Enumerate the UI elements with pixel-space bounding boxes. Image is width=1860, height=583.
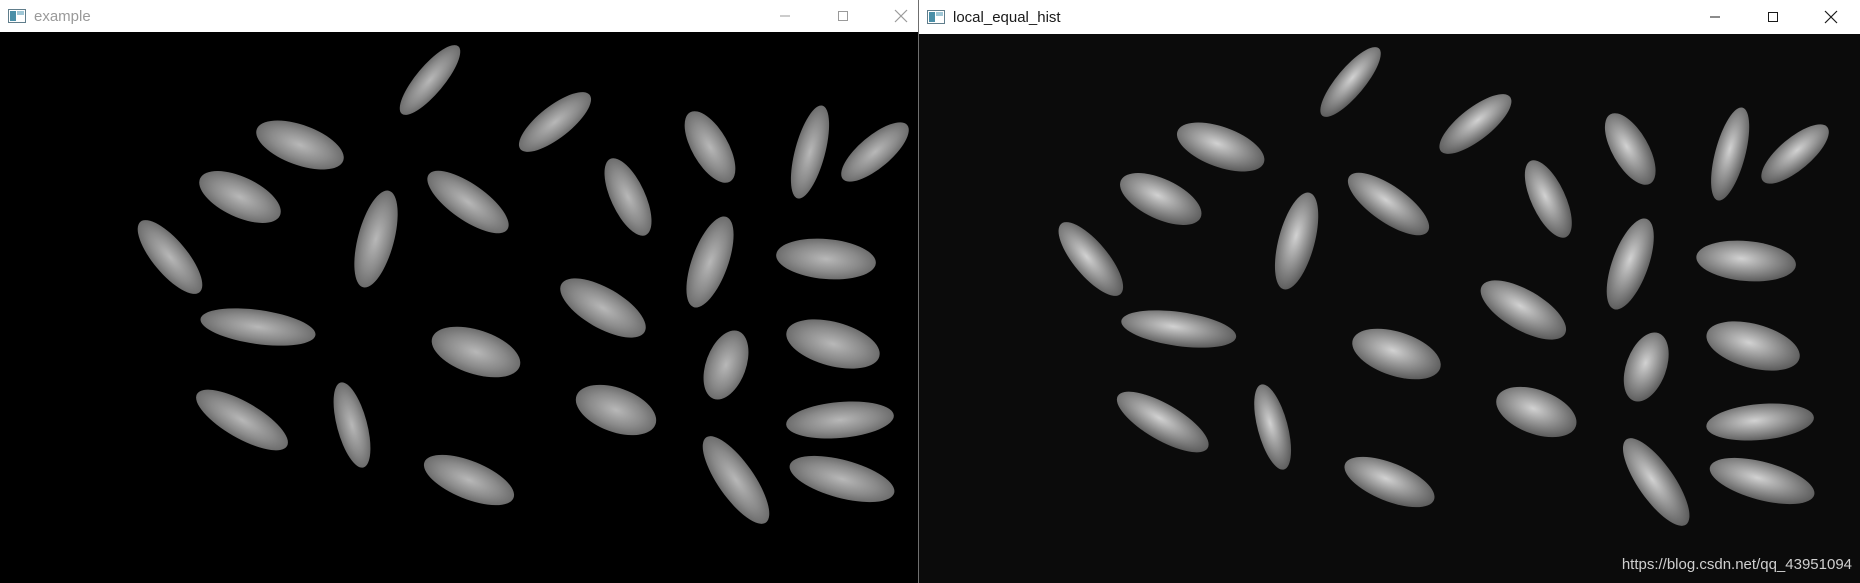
image-canvas[interactable] xyxy=(0,32,918,583)
close-button[interactable] xyxy=(1802,0,1860,34)
minimize-icon xyxy=(1710,16,1720,18)
maximize-button[interactable] xyxy=(1744,0,1802,34)
opencv-window-icon xyxy=(8,9,26,23)
maximize-button[interactable] xyxy=(814,0,872,32)
image-canvas[interactable]: https://blog.csdn.net/qq_43951094 xyxy=(919,34,1860,583)
maximize-icon xyxy=(1768,12,1778,22)
close-icon xyxy=(894,9,908,23)
opencv-window-icon xyxy=(927,10,945,24)
rice-grains-image xyxy=(137,45,909,524)
titlebar[interactable]: local_equal_hist xyxy=(919,0,1860,34)
caption-buttons xyxy=(756,0,918,32)
minimize-button[interactable] xyxy=(1686,0,1744,34)
minimize-icon xyxy=(780,15,790,17)
rice-grains-equalized-image xyxy=(1058,47,1829,526)
close-icon xyxy=(1824,10,1838,24)
minimize-button[interactable] xyxy=(756,0,814,32)
titlebar[interactable]: example xyxy=(0,0,918,32)
caption-buttons xyxy=(1686,0,1860,34)
close-button[interactable] xyxy=(872,0,918,32)
watermark-text: https://blog.csdn.net/qq_43951094 xyxy=(1621,556,1852,573)
window-local-equal-hist[interactable]: local_equal_hist https://blog.csdn.net/q… xyxy=(918,0,1860,583)
maximize-icon xyxy=(838,11,848,21)
window-example[interactable]: example xyxy=(0,0,918,583)
